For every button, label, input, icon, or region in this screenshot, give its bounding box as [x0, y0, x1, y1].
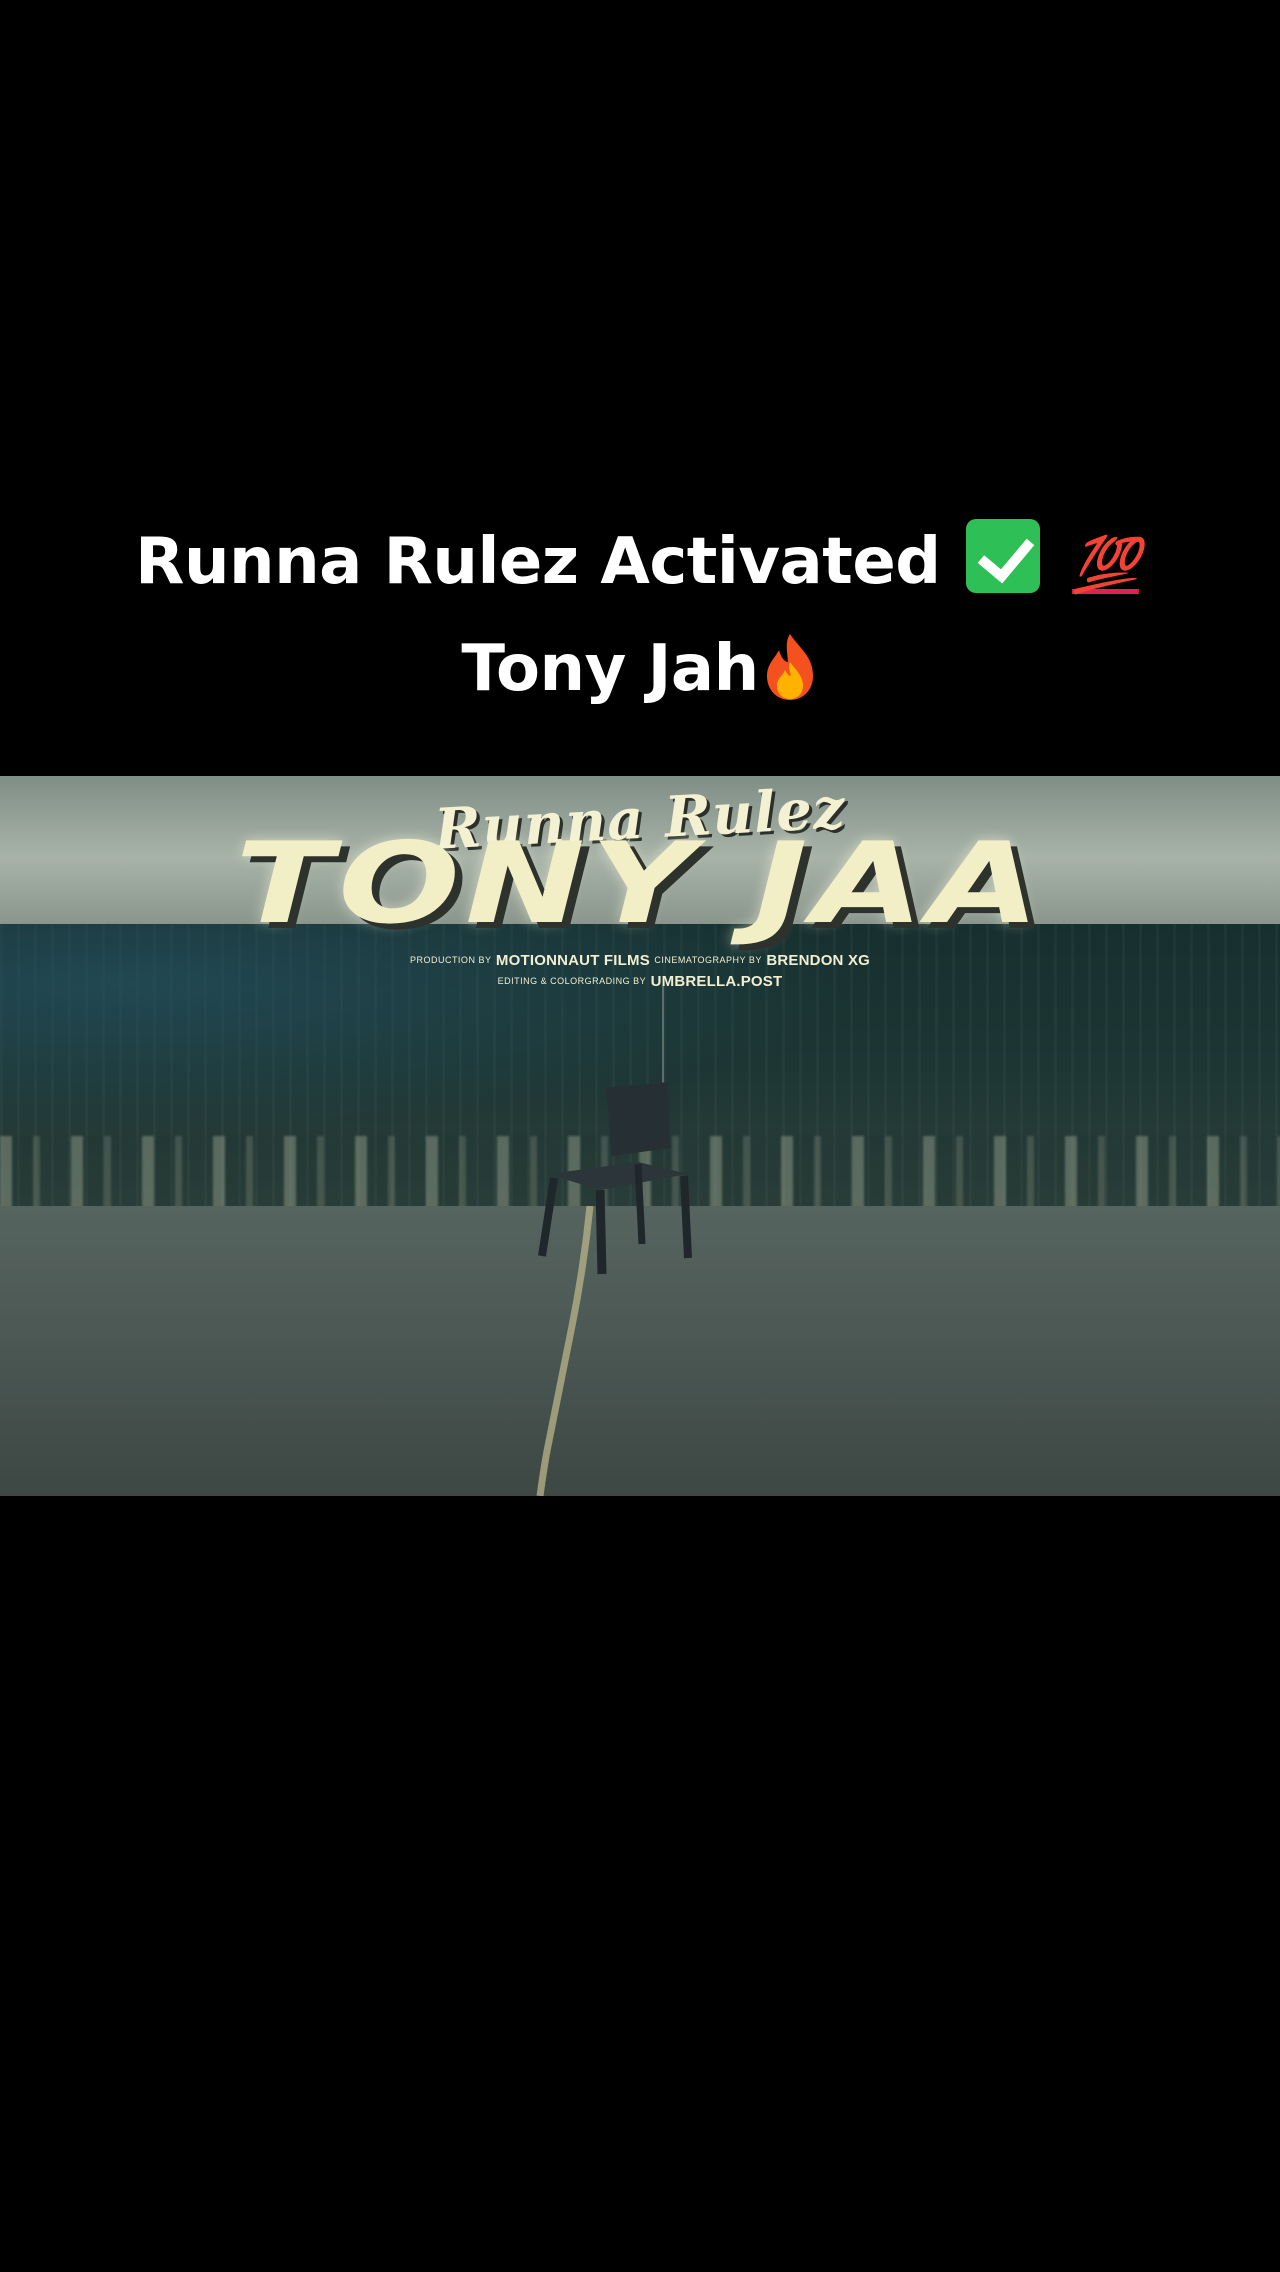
editing-label: EDITING & COLORGRADING BY — [497, 976, 647, 986]
production-label: PRODUCTION BY — [409, 955, 492, 965]
editing-value: UMBRELLA.POST — [650, 973, 783, 990]
production-value: MOTIONNAUT FILMS — [495, 952, 650, 969]
video-frame[interactable]: Runna Rulez TONY JAA PRODUCTION BY MOTIO… — [0, 776, 1280, 1496]
credits: PRODUCTION BY MOTIONNAUT FILMS CINEMATOG… — [0, 950, 1280, 992]
fire-icon — [766, 634, 813, 700]
credits-line-1: PRODUCTION BY MOTIONNAUT FILMS CINEMATOG… — [0, 950, 1280, 971]
caption-text-after: Tony Jah — [461, 632, 759, 706]
title-main: TONY JAA — [235, 819, 1045, 949]
cinematography-value: BRENDON XG — [766, 952, 871, 969]
caption: Runna Rulez Activated 💯 Tony Jah — [80, 510, 1200, 721]
check-mark-icon — [966, 519, 1041, 593]
cinematography-label: CINEMATOGRAPHY BY — [654, 955, 762, 965]
credits-line-2: EDITING & COLORGRADING BY UMBRELLA.POST — [0, 971, 1280, 992]
caption-text-before: Runna Rulez Activated — [135, 525, 941, 599]
chair — [538, 1082, 692, 1275]
hundred-points-icon: 💯 — [1072, 533, 1139, 596]
